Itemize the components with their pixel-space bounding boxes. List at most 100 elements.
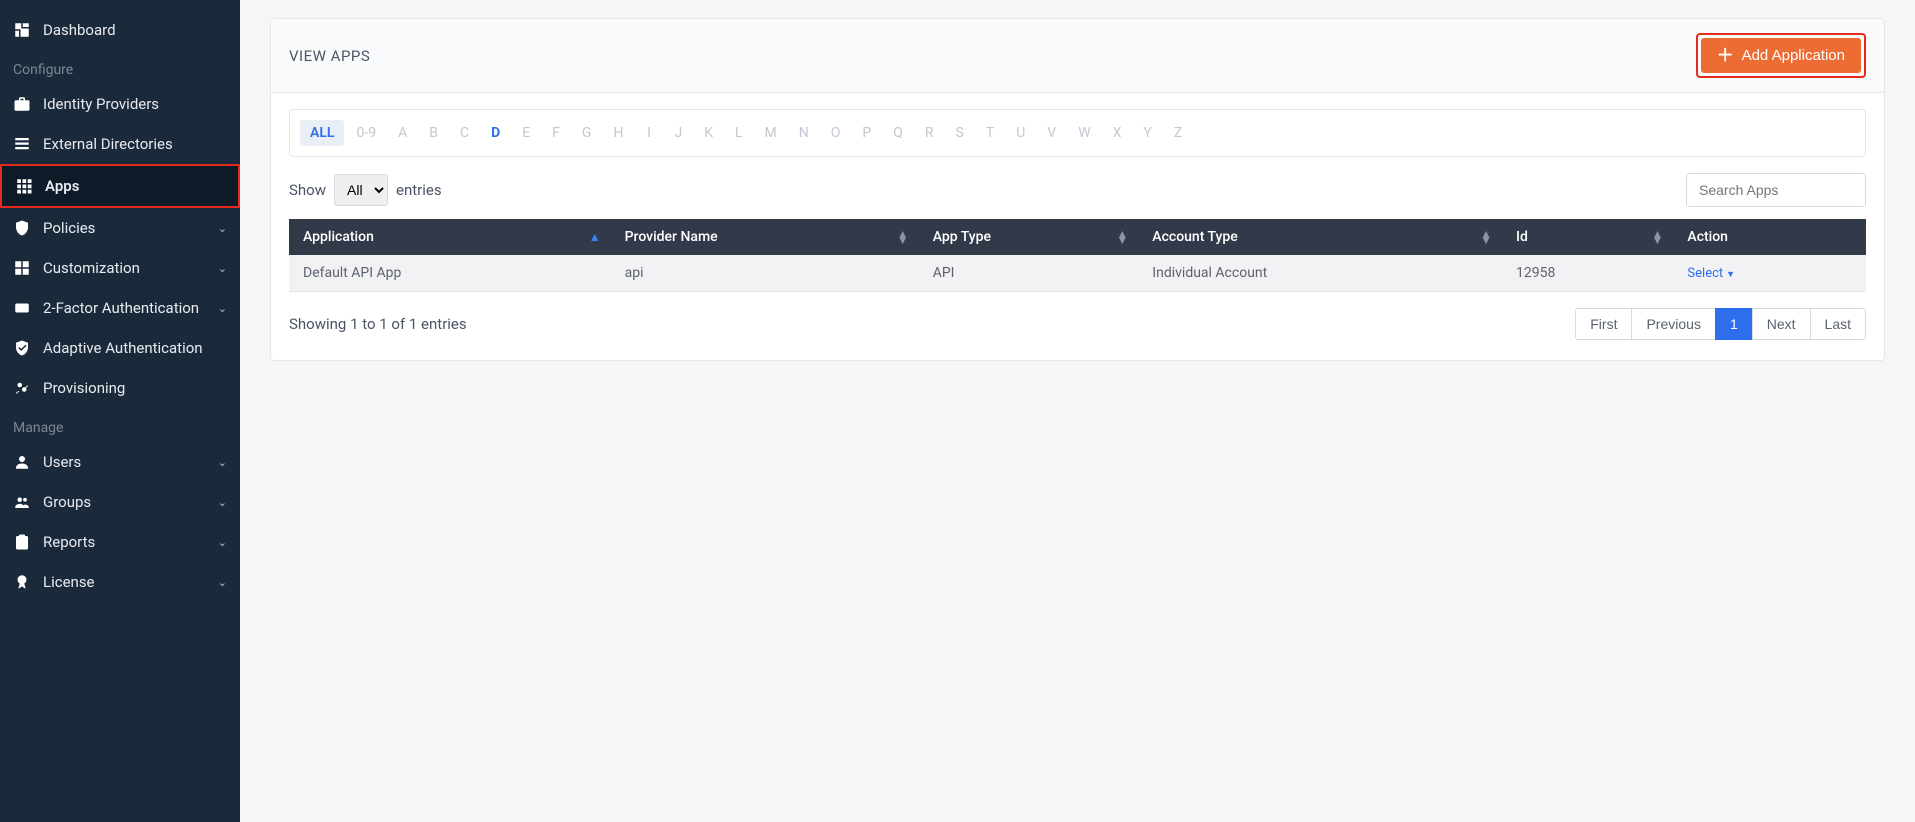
entries-label: entries [396, 181, 442, 199]
sidebar-label: Reports [43, 533, 218, 551]
filter-e[interactable]: E [512, 120, 540, 146]
filter-d[interactable]: D [481, 120, 510, 146]
add-button-label: Add Application [1742, 47, 1845, 64]
sidebar-item-license[interactable]: License ⌄ [0, 562, 240, 602]
filter-o[interactable]: O [821, 120, 851, 146]
filter-w[interactable]: W [1068, 120, 1100, 146]
cell-provider: api [611, 255, 919, 292]
view-apps-panel: VIEW APPS ＋ Add Application ALL 0-9 A B … [270, 18, 1885, 361]
add-button-highlight: ＋ Add Application [1696, 33, 1866, 78]
sidebar-label: Identity Providers [43, 95, 227, 113]
plus-icon: ＋ [1717, 47, 1734, 64]
apps-table: Application ▲ Provider Name ▲▼ App Type … [289, 219, 1866, 292]
sidebar-item-adaptive-auth[interactable]: Adaptive Authentication [0, 328, 240, 368]
sidebar-label: Users [43, 453, 218, 471]
filter-x[interactable]: X [1103, 120, 1132, 146]
show-entries: Show All entries [289, 174, 442, 206]
filter-q[interactable]: Q [883, 120, 913, 146]
sidebar-label: Policies [43, 219, 218, 237]
sidebar-label: Adaptive Authentication [43, 339, 227, 357]
user-icon [13, 453, 35, 471]
table-row: Default API App api API Individual Accou… [289, 255, 1866, 292]
apps-grid-icon [15, 177, 37, 195]
sidebar-label: 2-Factor Authentication [43, 299, 218, 317]
shield-check-icon [13, 339, 35, 357]
sidebar-item-2fa[interactable]: 2-Factor Authentication ⌄ [0, 288, 240, 328]
sidebar-item-provisioning[interactable]: Provisioning [0, 368, 240, 408]
col-application[interactable]: Application ▲ [289, 219, 611, 255]
filter-s[interactable]: S [946, 120, 974, 146]
filter-n[interactable]: N [789, 120, 819, 146]
table-footer: Showing 1 to 1 of 1 entries First Previo… [271, 292, 1884, 360]
filter-f[interactable]: F [542, 120, 570, 146]
sidebar-item-external-directories[interactable]: External Directories [0, 124, 240, 164]
policy-icon [13, 219, 35, 237]
cell-apptype: API [919, 255, 1139, 292]
filter-j[interactable]: J [664, 120, 692, 146]
filter-b[interactable]: B [419, 120, 448, 146]
page-last[interactable]: Last [1810, 308, 1866, 340]
filter-g[interactable]: G [572, 120, 602, 146]
sidebar-item-apps[interactable]: Apps [0, 164, 240, 208]
cell-application: Default API App [289, 255, 611, 292]
add-application-button[interactable]: ＋ Add Application [1701, 38, 1861, 73]
filter-z[interactable]: Z [1164, 120, 1192, 146]
page-1[interactable]: 1 [1715, 308, 1753, 340]
filter-p[interactable]: P [852, 120, 881, 146]
col-accounttype[interactable]: Account Type ▲▼ [1138, 219, 1502, 255]
filter-all[interactable]: ALL [300, 120, 344, 146]
sidebar-item-groups[interactable]: Groups ⌄ [0, 482, 240, 522]
entries-info: Showing 1 to 1 of 1 entries [289, 315, 467, 333]
sort-icon: ▲▼ [1480, 231, 1492, 243]
list-icon [13, 135, 35, 153]
chevron-down-icon: ⌄ [218, 222, 227, 235]
filter-u[interactable]: U [1006, 120, 1035, 146]
filter-m[interactable]: M [755, 120, 787, 146]
search-input[interactable] [1686, 173, 1866, 207]
filter-t[interactable]: T [976, 120, 1004, 146]
chevron-down-icon: ⌄ [218, 536, 227, 549]
dashboard-icon [13, 21, 35, 39]
filter-r[interactable]: R [915, 120, 944, 146]
filter-k[interactable]: K [694, 120, 723, 146]
filter-i[interactable]: I [635, 120, 662, 146]
filter-l[interactable]: L [725, 120, 753, 146]
filter-h[interactable]: H [603, 120, 633, 146]
page-prev[interactable]: Previous [1631, 308, 1715, 340]
caret-down-icon: ▼ [1726, 270, 1735, 280]
chevron-down-icon: ⌄ [218, 262, 227, 275]
table-header-row: Application ▲ Provider Name ▲▼ App Type … [289, 219, 1866, 255]
sidebar-item-reports[interactable]: Reports ⌄ [0, 522, 240, 562]
page-first[interactable]: First [1575, 308, 1632, 340]
groups-icon [13, 493, 35, 511]
filter-0-9[interactable]: 0-9 [346, 120, 386, 146]
filter-c[interactable]: C [450, 120, 479, 146]
sidebar-label: Customization [43, 259, 218, 277]
chevron-down-icon: ⌄ [218, 456, 227, 469]
filter-v[interactable]: V [1037, 120, 1066, 146]
sidebar: Dashboard Configure Identity Providers E… [0, 0, 240, 822]
filter-a[interactable]: A [388, 120, 417, 146]
clipboard-icon [13, 533, 35, 551]
col-apptype[interactable]: App Type ▲▼ [919, 219, 1139, 255]
customization-icon [13, 259, 35, 277]
page-title: VIEW APPS [289, 47, 370, 65]
col-provider[interactable]: Provider Name ▲▼ [611, 219, 919, 255]
sidebar-item-identity-providers[interactable]: Identity Providers [0, 84, 240, 124]
cell-action: Select▼ [1673, 255, 1866, 292]
sidebar-item-users[interactable]: Users ⌄ [0, 442, 240, 482]
chevron-down-icon: ⌄ [218, 496, 227, 509]
sidebar-item-policies[interactable]: Policies ⌄ [0, 208, 240, 248]
sidebar-item-dashboard[interactable]: Dashboard [0, 10, 240, 50]
row-select-action[interactable]: Select▼ [1687, 266, 1735, 281]
page-next[interactable]: Next [1752, 308, 1811, 340]
show-label: Show [289, 181, 326, 199]
entries-select[interactable]: All [334, 174, 388, 206]
col-id[interactable]: Id ▲▼ [1502, 219, 1673, 255]
filter-y[interactable]: Y [1133, 120, 1161, 146]
sidebar-section-manage: Manage [0, 408, 240, 442]
sidebar-item-customization[interactable]: Customization ⌄ [0, 248, 240, 288]
sidebar-label: External Directories [43, 135, 227, 153]
sidebar-label: License [43, 573, 218, 591]
briefcase-icon [13, 95, 35, 113]
